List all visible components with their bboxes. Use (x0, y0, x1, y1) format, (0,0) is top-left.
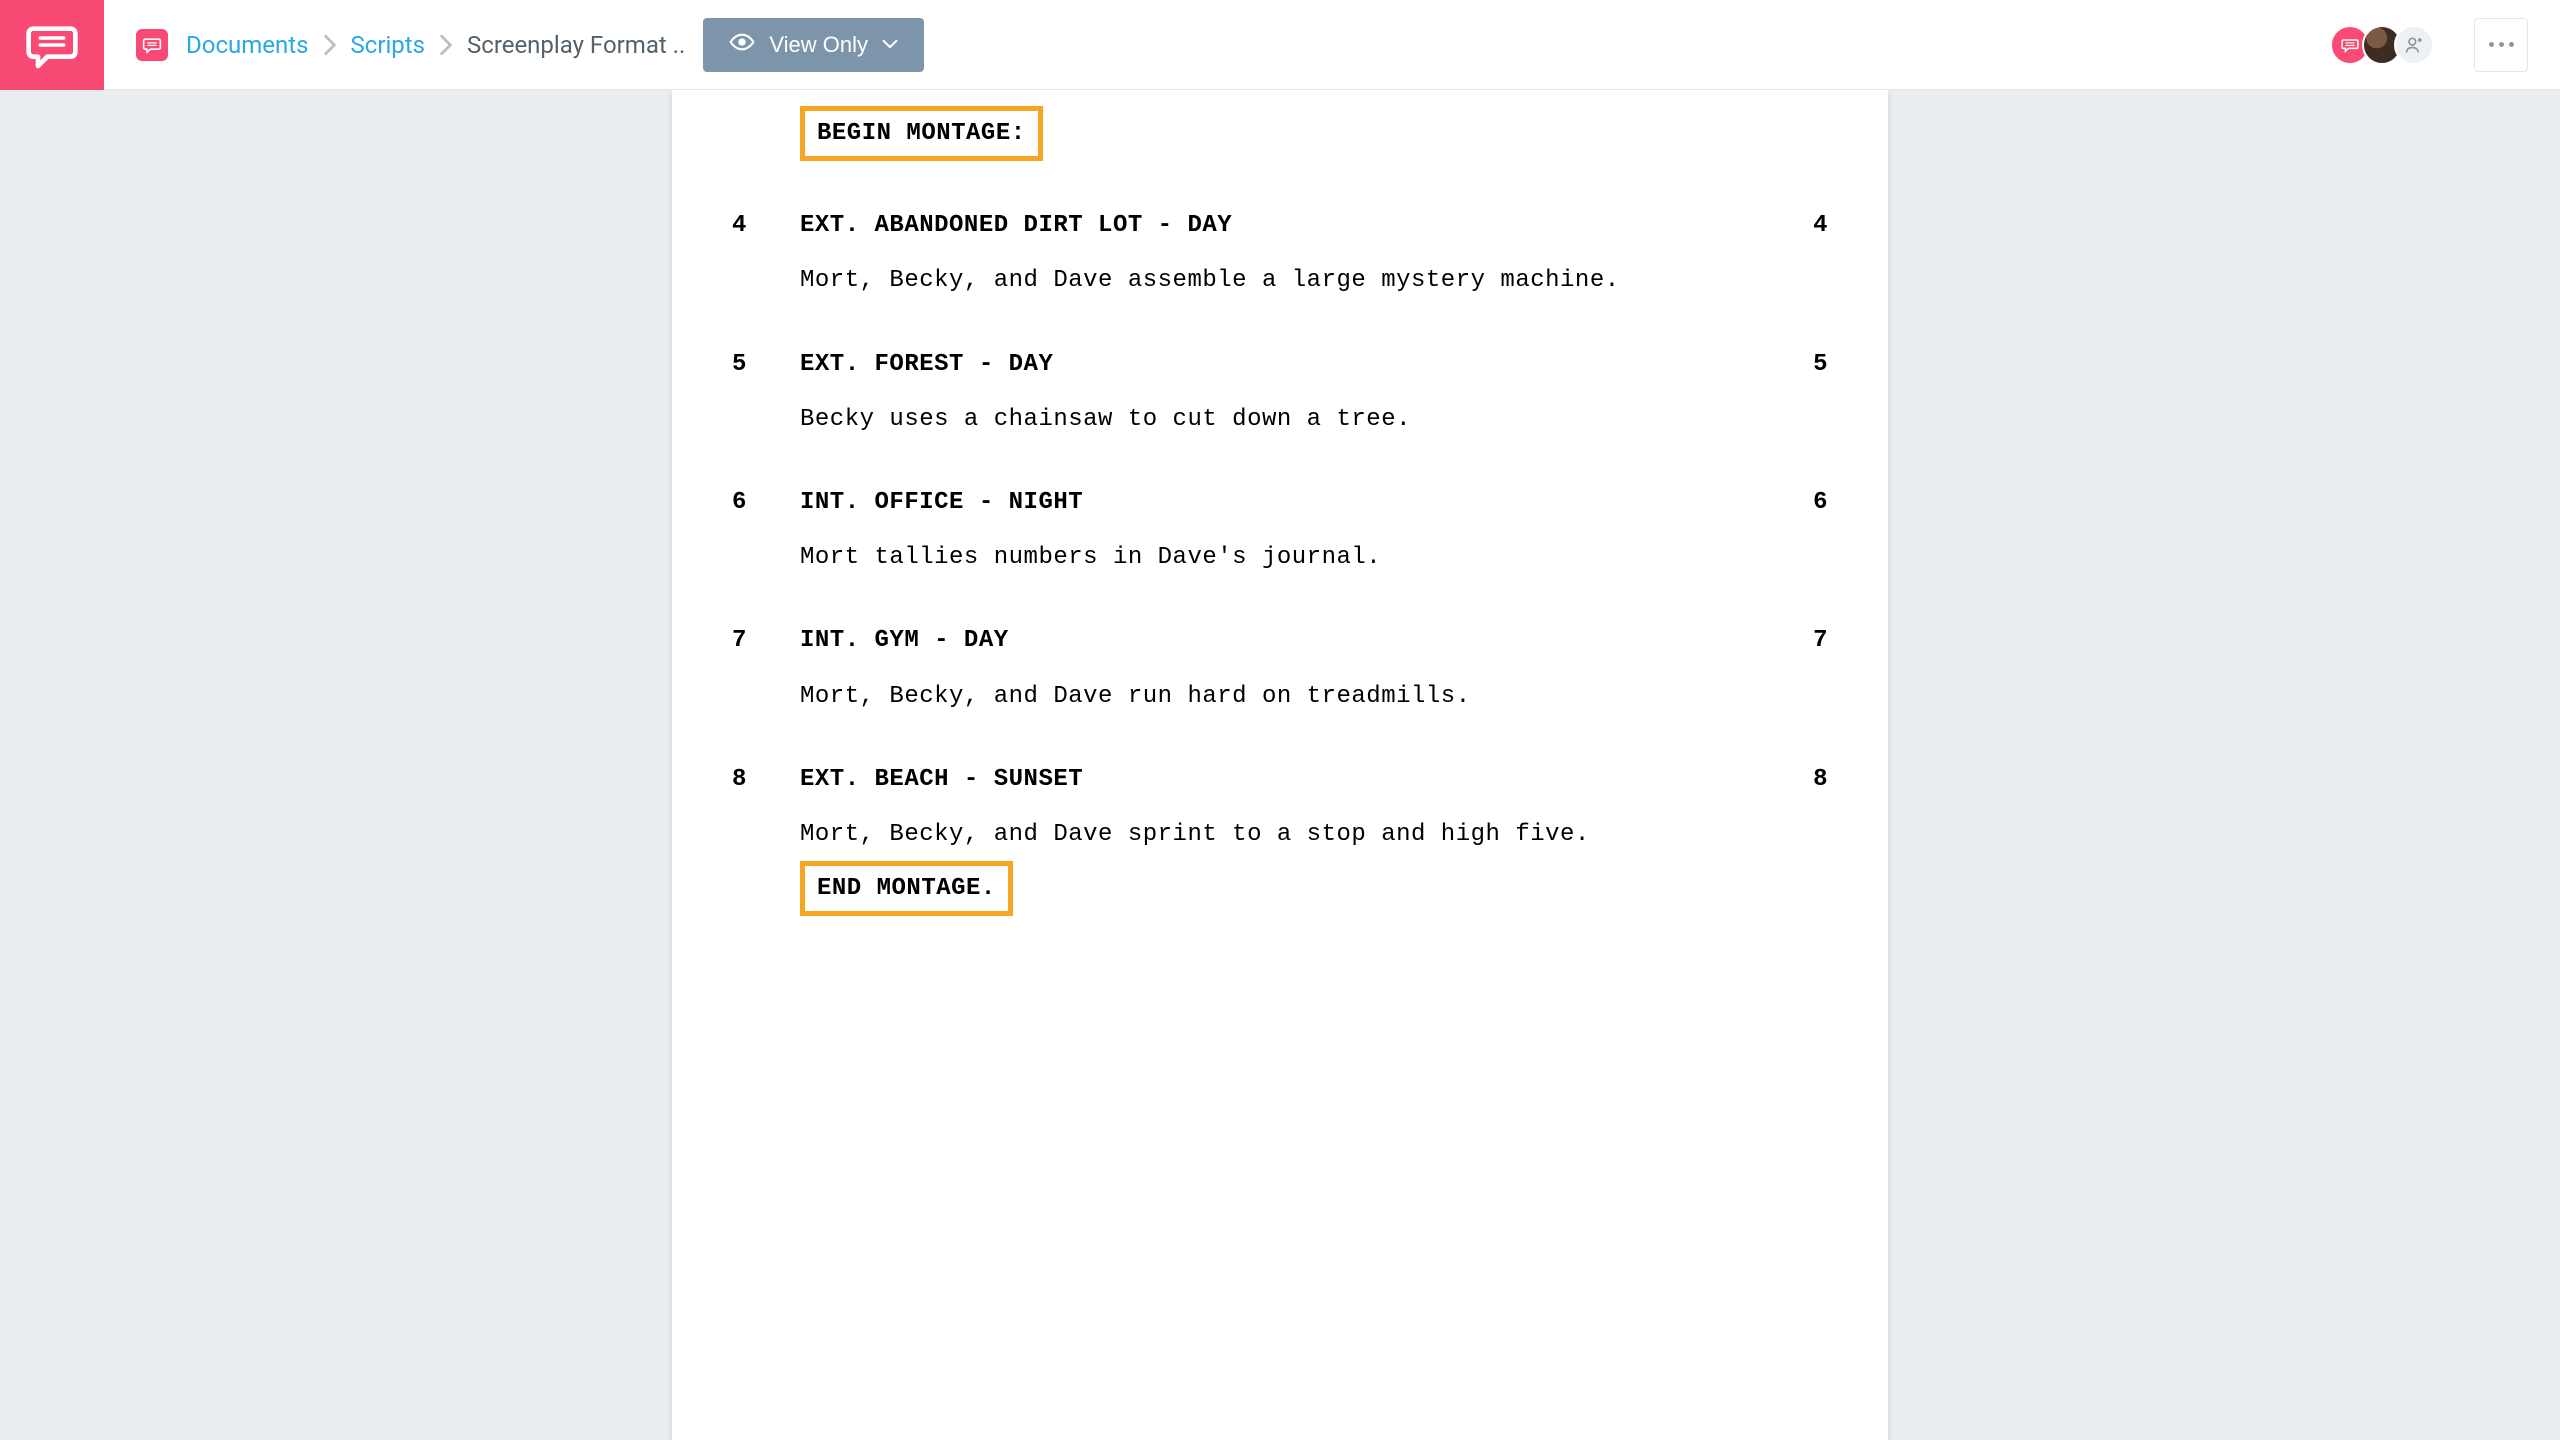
top-bar: Documents Scripts Screenplay Format .. V… (0, 0, 2560, 90)
scene-heading: INT. OFFICE - NIGHT (800, 484, 1788, 521)
scene-number-left: 8 (732, 761, 800, 798)
app-logo[interactable] (0, 0, 104, 90)
chevron-right-icon (323, 34, 337, 56)
breadcrumb-current: Screenplay Format .. (467, 31, 685, 59)
scene-number-left: 7 (732, 622, 800, 659)
breadcrumb-link-documents[interactable]: Documents (186, 31, 309, 59)
chat-bubble-icon (142, 35, 162, 55)
more-horizontal-icon (2489, 42, 2514, 47)
add-collaborator-button[interactable] (2394, 25, 2434, 65)
scene-heading: EXT. FOREST - DAY (800, 346, 1788, 383)
breadcrumb-link-scripts[interactable]: Scripts (351, 31, 426, 59)
end-montage-marker: END MONTAGE. (800, 861, 1013, 916)
chevron-down-icon (882, 32, 898, 58)
scene-number-right: 6 (1788, 484, 1828, 521)
scene-heading: EXT. BEACH - SUNSET (800, 761, 1788, 798)
scene-block: 7INT. GYM - DAY7Mort, Becky, and Dave ru… (732, 622, 1828, 714)
chat-bubble-icon (24, 17, 80, 73)
scene-number-right: 7 (1788, 622, 1828, 659)
scene-action: Mort tallies numbers in Dave's journal. (800, 539, 1828, 576)
scene-block: 6INT. OFFICE - NIGHT6Mort tallies number… (732, 484, 1828, 576)
scene-action: Mort, Becky, and Dave run hard on treadm… (800, 678, 1828, 715)
script-page: BEGIN MONTAGE: 4EXT. ABANDONED DIRT LOT … (672, 90, 1888, 1440)
scene-action: Mort, Becky, and Dave assemble a large m… (800, 262, 1828, 299)
chat-bubble-icon (2340, 35, 2360, 55)
document-stage: BEGIN MONTAGE: 4EXT. ABANDONED DIRT LOT … (0, 90, 2560, 1440)
scene-number-right: 4 (1788, 207, 1828, 244)
scene-block: 8EXT. BEACH - SUNSET8Mort, Becky, and Da… (732, 761, 1828, 853)
scene-heading: EXT. ABANDONED DIRT LOT - DAY (800, 207, 1788, 244)
scene-block: 5EXT. FOREST - DAY5Becky uses a chainsaw… (732, 346, 1828, 438)
scene-action: Mort, Becky, and Dave sprint to a stop a… (800, 816, 1828, 853)
person-add-icon (2404, 35, 2424, 55)
breadcrumb: Documents Scripts Screenplay Format .. (186, 31, 685, 59)
begin-montage-marker: BEGIN MONTAGE: (800, 106, 1043, 161)
scene-number-left: 6 (732, 484, 800, 521)
collaborator-avatars (2330, 25, 2434, 65)
scene-block: 4EXT. ABANDONED DIRT LOT - DAY4Mort, Bec… (732, 207, 1828, 299)
more-menu-button[interactable] (2474, 18, 2528, 72)
scene-number-right: 5 (1788, 346, 1828, 383)
scene-number-right: 8 (1788, 761, 1828, 798)
scene-action: Becky uses a chainsaw to cut down a tree… (800, 401, 1828, 438)
scene-heading: INT. GYM - DAY (800, 622, 1788, 659)
scene-number-left: 5 (732, 346, 800, 383)
breadcrumb-logo[interactable] (136, 29, 168, 61)
chevron-right-icon (439, 34, 453, 56)
scene-number-left: 4 (732, 207, 800, 244)
view-mode-label: View Only (769, 32, 868, 58)
eye-icon (729, 29, 755, 61)
view-mode-button[interactable]: View Only (703, 18, 924, 72)
